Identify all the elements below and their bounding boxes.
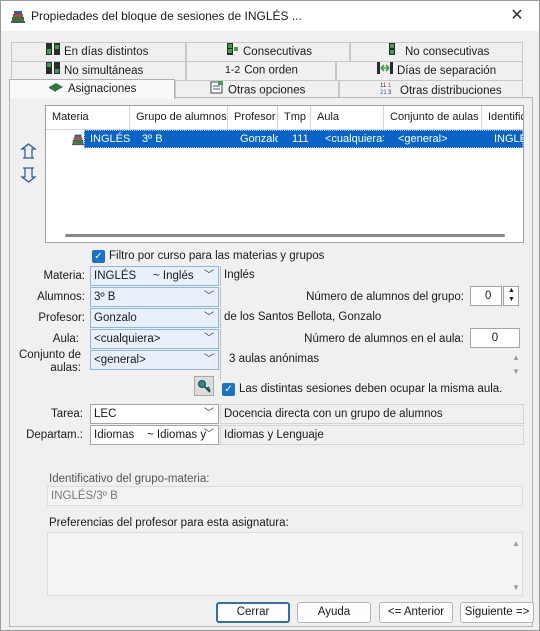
same-room-checkbox[interactable]: ✓ <box>222 383 235 396</box>
room-search-button[interactable] <box>194 376 214 396</box>
column-header-materia[interactable]: Materia <box>46 106 130 130</box>
table-row[interactable]: INGLÉS 3º B Gonzalo 111 <cualquiera> <ge… <box>46 130 523 148</box>
window-title: Propiedades del bloque de sesiones de IN… <box>31 9 302 23</box>
scroll-up-icon[interactable]: ▲ <box>512 353 520 362</box>
non-simultaneous-icon <box>46 62 60 80</box>
separation-icon <box>377 62 393 80</box>
chevron-down-icon: ﹀ <box>204 333 214 344</box>
svg-text:3: 3 <box>388 90 392 95</box>
close-icon[interactable]: ✕ <box>505 5 529 27</box>
conjunto-select[interactable]: <general> ﹀ <box>90 350 219 370</box>
column-header-aula[interactable]: Aula <box>311 106 384 130</box>
column-header-conjunto[interactable]: Conjunto de aulas <box>384 106 482 130</box>
close-button[interactable]: Cerrar <box>216 602 290 623</box>
spin-down-icon[interactable]: ▼ <box>508 296 515 303</box>
tab-dias-de-separacion[interactable]: Días de separación <box>336 61 523 80</box>
same-room-label: Las distintas sesiones deben ocupar la m… <box>239 383 503 395</box>
materia-select[interactable]: INGLÉS ~ Inglés ﹀ <box>90 266 219 286</box>
app-icon <box>10 8 26 27</box>
row-icon <box>71 132 85 149</box>
chevron-down-icon: ﹀ <box>204 312 214 323</box>
scroll-up-icon[interactable]: ▲ <box>512 539 520 548</box>
column-header-tmp[interactable]: Tmp <box>278 106 311 130</box>
column-header-profesor[interactable]: Profesor <box>228 106 278 130</box>
chevron-down-icon: ﹀ <box>204 291 214 302</box>
chevron-down-icon: ﹀ <box>204 429 214 440</box>
chevron-down-icon: ﹀ <box>204 354 214 365</box>
previous-button[interactable]: <= Anterior <box>379 602 453 623</box>
alumnos-select[interactable]: 3º B ﹀ <box>90 287 219 307</box>
cell-conjunto: <general> <box>398 133 448 145</box>
num-aula-input[interactable]: 0 <box>470 328 520 348</box>
materia-label: Materia: <box>43 270 85 282</box>
filter-label: Filtro por curso para las materias y gru… <box>109 250 325 262</box>
preferences-textarea[interactable] <box>47 532 523 596</box>
grid-horizontal-scrollbar[interactable] <box>45 230 524 242</box>
num-aula-label: Número de alumnos en el aula: <box>304 333 464 345</box>
departamento-description: Idiomas y Lenguaje <box>220 425 524 445</box>
tab-con-orden[interactable]: 1-2 Con orden <box>186 61 336 80</box>
order-icon: 1-2 <box>225 64 241 76</box>
days-icon <box>46 43 60 61</box>
tarea-select[interactable]: LEC ﹀ <box>90 404 219 424</box>
help-button[interactable]: Ayuda <box>297 602 371 623</box>
num-alumnos-spinner[interactable]: ▲ ▼ <box>503 286 519 306</box>
consecutive-icon <box>227 43 239 61</box>
book-icon <box>48 80 64 98</box>
profesor-label: Profesor: <box>38 312 85 324</box>
spin-up-icon[interactable]: ▲ <box>508 287 515 294</box>
assignments-grid[interactable]: Materia Grupo de alumnos Profesor Tmp Au… <box>45 105 524 243</box>
non-consecutive-icon <box>389 43 401 61</box>
aula-label: Aula: <box>52 333 79 345</box>
departamento-select[interactable]: Idiomas ~ Idiomas y ﹀ <box>90 425 219 445</box>
cell-tmp: 111 <box>292 133 309 145</box>
tarea-label: Tarea: <box>51 408 83 420</box>
svg-text:11: 11 <box>380 83 387 89</box>
cell-profesor: Gonzalo <box>240 133 278 145</box>
title-bar: Propiedades del bloque de sesiones de IN… <box>1 1 539 31</box>
scroll-down-icon[interactable]: ▼ <box>512 583 520 592</box>
column-header-identificativo[interactable]: Identific <box>482 106 523 130</box>
tab-asignaciones[interactable]: Asignaciones <box>9 79 175 99</box>
key-icon <box>197 379 212 397</box>
tarea-description: Docencia directa con un grupo de alumnos <box>220 404 524 424</box>
tab-en-dias-distintos[interactable]: En días distintos <box>11 42 186 61</box>
chevron-down-icon: ﹀ <box>204 270 214 281</box>
svg-text:1: 1 <box>388 83 392 89</box>
profesor-description: de los Santos Bellota, Gonzalo <box>220 308 524 328</box>
svg-text:21: 21 <box>380 90 387 95</box>
cell-grupo: 3º B <box>142 133 163 145</box>
move-up-icon[interactable] <box>20 143 37 160</box>
num-alumnos-label: Número de alumnos del grupo: <box>306 291 464 303</box>
filter-checkbox[interactable]: ✓ <box>92 250 105 263</box>
materia-description: Inglés <box>220 266 524 286</box>
move-down-icon[interactable] <box>20 166 37 183</box>
identificativo-field: INGLÉS/3º B <box>47 486 523 506</box>
scroll-down-icon[interactable]: ▼ <box>512 367 520 376</box>
departamento-label: Departam.: <box>26 429 83 441</box>
alumnos-label: Alumnos: <box>37 291 85 303</box>
cell-identificativo: INGLÉ <box>494 133 523 145</box>
cell-aula: <cualquiera> <box>325 133 384 145</box>
tab-no-simultaneas[interactable]: No simultáneas <box>11 61 186 80</box>
tab-no-consecutivas[interactable]: No consecutivas <box>350 42 523 61</box>
identificativo-label: Identificativo del grupo-materia: <box>49 473 210 485</box>
cell-materia: INGLÉS <box>90 133 130 145</box>
profesor-select[interactable]: Gonzalo ﹀ <box>90 308 219 328</box>
tab-consecutivas[interactable]: Consecutivas <box>186 42 350 61</box>
divider <box>220 329 221 349</box>
properties-dialog: Propiedades del bloque de sesiones de IN… <box>0 0 540 631</box>
aula-select[interactable]: <cualquiera> ﹀ <box>90 329 219 349</box>
chevron-down-icon: ﹀ <box>204 408 214 419</box>
next-button[interactable]: Siguiente => <box>460 602 534 623</box>
preferences-label: Preferencias del profesor para esta asig… <box>49 517 289 529</box>
divider <box>220 287 221 307</box>
conjunto-description: 3 aulas anónimas <box>220 350 524 380</box>
num-alumnos-input[interactable]: 0 <box>470 286 502 306</box>
conjunto-label: Conjunto de aulas: <box>18 349 81 374</box>
column-header-grupo[interactable]: Grupo de alumnos <box>130 106 228 130</box>
